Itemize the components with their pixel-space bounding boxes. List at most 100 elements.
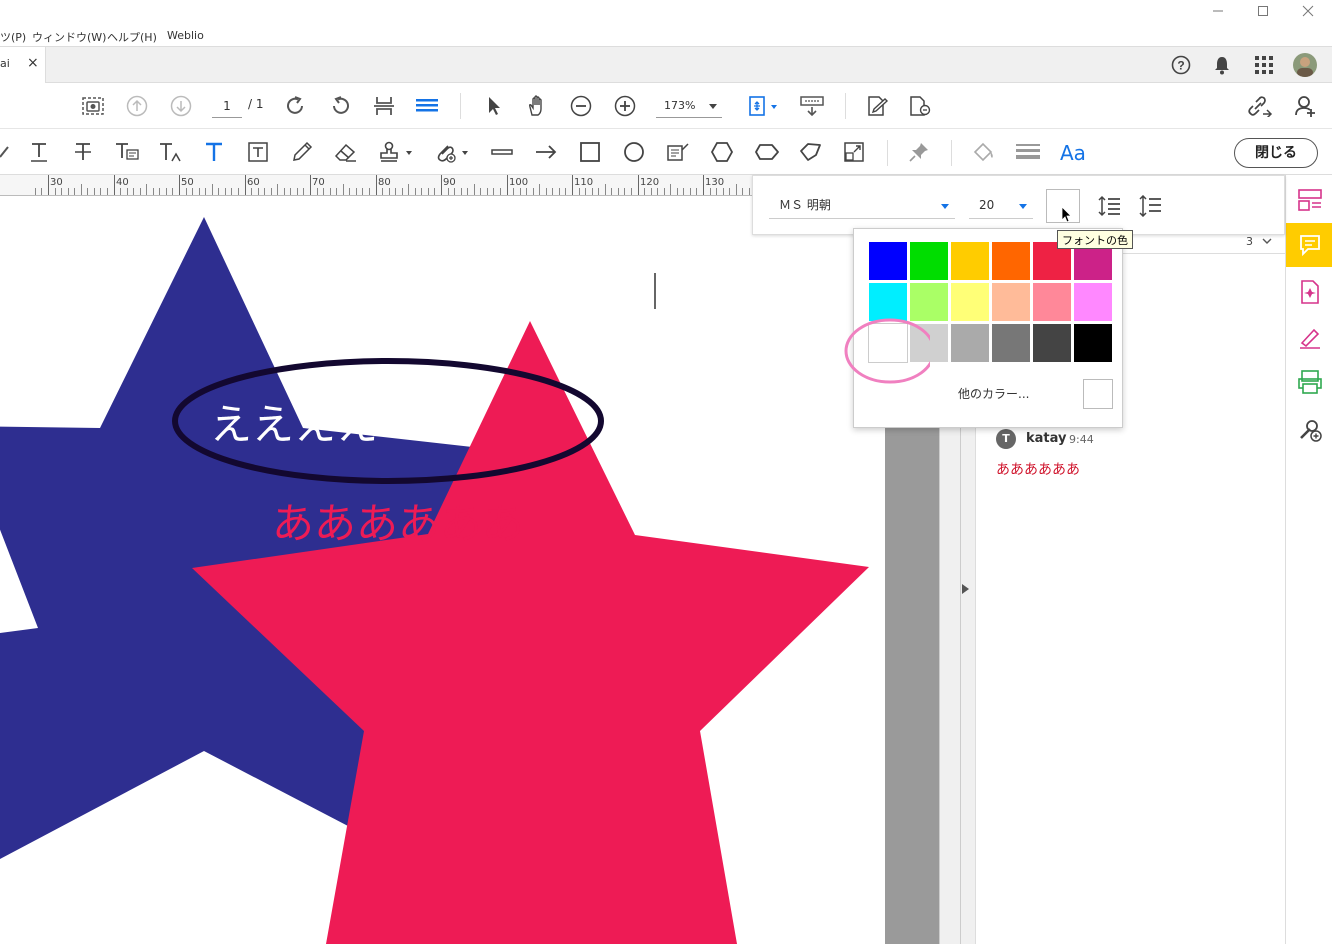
share-user-icon[interactable]: [1293, 93, 1321, 119]
ruler-minor-tick: [402, 188, 403, 195]
toolbar-separator: [845, 93, 846, 119]
text-properties-icon[interactable]: Aa: [1060, 141, 1086, 165]
color-swatch[interactable]: [1032, 282, 1072, 322]
line-spacing-icon[interactable]: [1095, 192, 1123, 220]
svg-text:?: ?: [1177, 59, 1184, 73]
rotate-counterclockwise-icon[interactable]: [327, 93, 353, 119]
color-swatch[interactable]: [1073, 323, 1113, 363]
cloud-tool-icon[interactable]: [753, 140, 781, 164]
comment-item[interactable]: T katay 9:44 ああああああ: [996, 429, 1276, 489]
menu-weblio[interactable]: Weblio: [167, 29, 204, 42]
arrow-tool-icon[interactable]: [533, 140, 559, 164]
bell-icon[interactable]: [1211, 54, 1233, 76]
document-canvas[interactable]: ええええ ああああああ: [0, 196, 885, 944]
chevron-down-icon[interactable]: [1262, 238, 1272, 245]
more-tools-icon[interactable]: [1286, 417, 1332, 443]
color-swatch[interactable]: [991, 282, 1031, 322]
font-name-select[interactable]: ＭＳ 明朝: [769, 193, 955, 219]
fill-sign-icon[interactable]: [1286, 325, 1332, 351]
pencil-icon[interactable]: [289, 140, 315, 164]
menu-tools[interactable]: ツ(P): [0, 29, 26, 45]
page-display-icon[interactable]: [414, 93, 440, 119]
attach-file-icon[interactable]: [433, 140, 471, 164]
pin-icon[interactable]: [906, 140, 932, 164]
line-weight-icon[interactable]: [1014, 140, 1042, 164]
strikethrough-text-icon[interactable]: [70, 140, 96, 164]
ruler-minor-tick: [356, 188, 357, 195]
rotate-clockwise-icon[interactable]: [283, 93, 309, 119]
fit-page-icon[interactable]: [744, 93, 780, 119]
color-swatch[interactable]: [909, 241, 949, 281]
select-arrow-icon[interactable]: [481, 93, 507, 119]
zoom-in-icon[interactable]: [612, 93, 638, 119]
stamp-icon[interactable]: [377, 140, 415, 164]
color-swatch[interactable]: [950, 282, 990, 322]
menu-window[interactable]: ウィンドウ(W): [32, 29, 106, 45]
page-number-input[interactable]: 1: [212, 96, 242, 118]
scroll-mode-icon[interactable]: [371, 93, 397, 119]
oval-tool-icon[interactable]: [621, 140, 647, 164]
zoom-select[interactable]: 173%: [656, 96, 722, 118]
close-button[interactable]: 閉じる: [1234, 138, 1318, 168]
ruler-minor-tick: [140, 188, 141, 195]
prev-page-icon[interactable]: [124, 93, 150, 119]
print-production-icon[interactable]: [1286, 369, 1332, 395]
mouse-cursor-icon: [1061, 206, 1072, 223]
ruler-label: 80: [378, 177, 391, 188]
line-tool-icon[interactable]: [489, 140, 515, 164]
eraser-icon[interactable]: [333, 140, 359, 164]
read-mode-icon[interactable]: [799, 93, 825, 119]
text-callout-icon[interactable]: [665, 140, 691, 164]
zoom-out-icon[interactable]: [568, 93, 594, 119]
color-swatch[interactable]: [950, 323, 990, 363]
paragraph-spacing-icon[interactable]: [1136, 192, 1164, 220]
avatar[interactable]: [1293, 53, 1317, 77]
add-text-icon[interactable]: [201, 140, 227, 164]
insert-text-icon[interactable]: [157, 140, 185, 164]
comment-panel-icon[interactable]: [1286, 223, 1332, 267]
maximize-icon[interactable]: [1253, 3, 1273, 19]
color-swatch[interactable]: [991, 323, 1031, 363]
font-size-select[interactable]: 20: [969, 193, 1033, 219]
more-colors-link[interactable]: 他のカラー...: [958, 385, 1029, 402]
organize-panel-icon[interactable]: [1286, 187, 1332, 213]
menu-help[interactable]: ヘルプ(H): [107, 29, 157, 45]
create-pdf-icon[interactable]: [1286, 279, 1332, 305]
white-text[interactable]: ええええ: [210, 391, 378, 452]
color-swatch[interactable]: [868, 241, 908, 281]
next-page-icon[interactable]: [168, 93, 194, 119]
color-swatch[interactable]: [1073, 282, 1113, 322]
document-tab[interactable]: ai ×: [0, 47, 46, 83]
color-swatch[interactable]: [950, 241, 990, 281]
ruler-minor-tick: [277, 184, 278, 195]
minimize-icon[interactable]: [1208, 3, 1228, 19]
edit-pdf-icon[interactable]: [864, 93, 890, 119]
polygon-tool-icon[interactable]: [709, 140, 735, 164]
collapse-arrow-icon[interactable]: [962, 584, 969, 594]
replace-text-icon[interactable]: [113, 140, 141, 164]
color-swatch[interactable]: [991, 241, 1031, 281]
rectangle-tool-icon[interactable]: [577, 140, 603, 164]
organize-pages-icon[interactable]: [907, 93, 933, 119]
pink-text[interactable]: ああああああ: [272, 490, 524, 551]
expand-shapes-icon[interactable]: [841, 140, 867, 164]
hand-tool-icon[interactable]: [524, 93, 550, 119]
apps-grid-icon[interactable]: [1253, 54, 1275, 76]
share-link-icon[interactable]: [1246, 93, 1274, 119]
fill-color-icon[interactable]: [970, 140, 998, 164]
ruler-minor-tick: [434, 188, 435, 195]
color-swatch[interactable]: [868, 282, 908, 322]
text-box-icon[interactable]: [245, 140, 271, 164]
tab-close-icon[interactable]: ×: [27, 55, 39, 71]
ruler-minor-tick: [218, 188, 219, 195]
screenshot-icon[interactable]: [80, 93, 106, 119]
polygon-line-tool-icon[interactable]: [797, 140, 825, 164]
color-swatch[interactable]: [1032, 323, 1072, 363]
underline-text-icon[interactable]: [26, 140, 52, 164]
custom-color-swatch[interactable]: [1083, 379, 1113, 409]
color-swatch[interactable]: [909, 282, 949, 322]
ruler-minor-tick: [395, 188, 396, 195]
close-window-icon[interactable]: [1298, 3, 1318, 19]
highlight-pen-icon[interactable]: [0, 140, 10, 164]
help-icon[interactable]: ?: [1170, 54, 1192, 76]
